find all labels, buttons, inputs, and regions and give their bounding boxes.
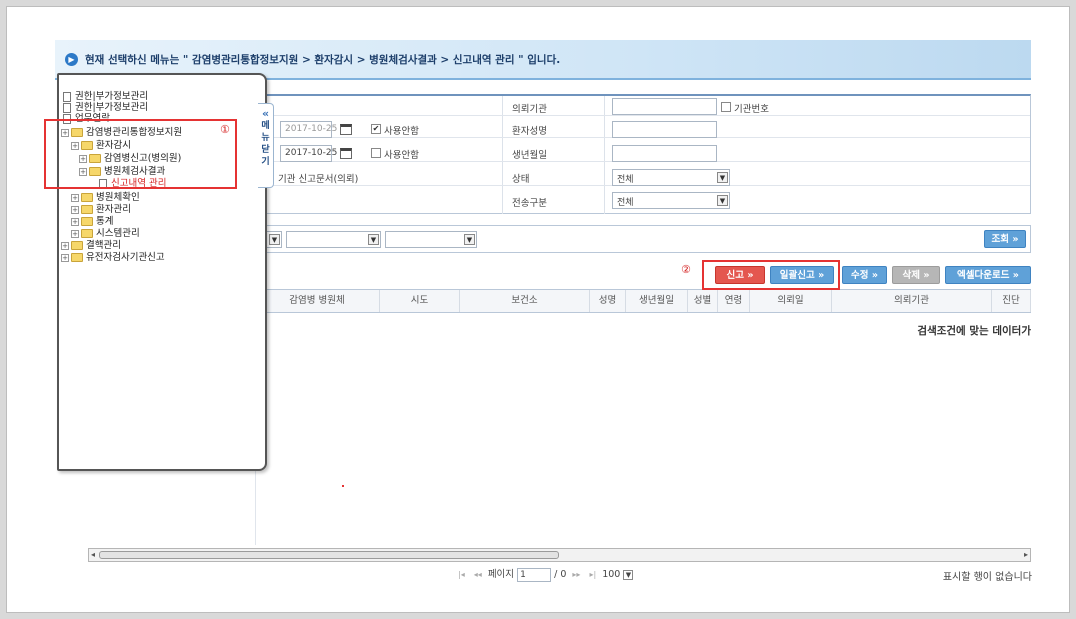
cursor-dot	[342, 485, 344, 487]
excel-download-button[interactable]: 엑셀다운로드 »	[945, 266, 1031, 284]
annotation-marker-2: ②	[681, 263, 691, 276]
use-none-checkbox-2[interactable]	[371, 148, 381, 158]
inst-code-checkbox[interactable]	[721, 102, 731, 112]
birth-label: 생년월일	[512, 150, 547, 161]
annotation-marker-1: ①	[220, 123, 230, 136]
search-button[interactable]: 조회 »	[984, 230, 1026, 248]
page-label: 페이지	[487, 569, 515, 580]
scrollbar-thumb[interactable]	[99, 551, 559, 559]
tree-item-label: 유전자검사기관신고	[86, 252, 165, 263]
filter-bar: ▼ ▼ ▼ 조회 »	[255, 225, 1031, 253]
menu-close-tab[interactable]: « 메 뉴 닫 기	[258, 103, 274, 188]
chevron-down-icon: ▼	[464, 234, 475, 245]
chevron-down-icon: ▼	[269, 234, 280, 245]
status-label: 상태	[512, 174, 530, 185]
info-bullet-icon: ▶	[65, 53, 78, 66]
tree-item[interactable]: + 유전자검사기관신고	[61, 249, 165, 263]
inst-label: 의뢰기관	[512, 104, 547, 115]
filter-select-3[interactable]: ▼	[385, 231, 477, 248]
highlight-box-1	[44, 119, 237, 189]
page-input[interactable]: 1	[517, 567, 552, 582]
col-request-date[interactable]: 의뢰일	[750, 290, 832, 312]
inst-code-label: 기관번호	[734, 104, 769, 115]
patient-name-input[interactable]	[612, 121, 717, 138]
delete-button[interactable]: 삭제 »	[892, 266, 940, 284]
chevron-down-icon: ▼	[368, 234, 379, 245]
scroll-left-icon[interactable]: ◂	[91, 549, 95, 561]
date-to-input[interactable]: 2017-10-25	[280, 145, 337, 162]
status-value: 전체	[617, 175, 634, 185]
page-size: 100	[602, 569, 621, 580]
menu-tab-char: 닫	[261, 145, 270, 155]
col-name[interactable]: 성명	[590, 290, 626, 312]
empty-message: 검색조건에 맞는 데이터가	[917, 325, 1031, 337]
folder-icon	[71, 253, 83, 262]
chevron-down-icon[interactable]: ▼	[623, 569, 634, 580]
search-form: 의뢰기관 기관번호 2017-10-25 ✔ 사용안함 환자성명 2017-10…	[255, 94, 1031, 214]
patient-name-label: 환자성명	[512, 126, 547, 137]
expand-icon[interactable]: +	[61, 253, 69, 262]
col-birth[interactable]: 생년월일	[626, 290, 688, 312]
col-sex[interactable]: 성별	[688, 290, 718, 312]
scroll-right-icon[interactable]: ▸	[1024, 549, 1028, 561]
transfer-label: 전송구분	[512, 198, 547, 209]
col-diagnosis[interactable]: 진단	[992, 290, 1031, 312]
inst-input[interactable]	[612, 98, 717, 115]
calendar-icon[interactable]	[340, 148, 352, 159]
chevron-down-icon: ▼	[717, 172, 728, 183]
collapse-arrow-icon: «	[261, 107, 270, 120]
col-pathogen[interactable]: 감염병 병원체	[255, 290, 380, 312]
pager: |◂ ◂◂ 페이지 1 / 0 ▸▸ ▸| 100 ▼	[455, 566, 634, 582]
transfer-select[interactable]: 전체 ▼	[612, 192, 730, 209]
col-request-inst[interactable]: 의뢰기관	[832, 290, 992, 312]
use-none-checkbox-1[interactable]: ✔	[371, 124, 381, 134]
highlight-box-2	[702, 260, 840, 290]
birth-input[interactable]	[612, 145, 717, 162]
prev-page-icon[interactable]: ◂◂	[474, 570, 482, 579]
filter-select-2[interactable]: ▼	[286, 231, 381, 248]
grid-body: 검색조건에 맞는 데이터가	[255, 313, 1031, 545]
use-none-label-1: 사용안함	[384, 126, 419, 137]
page-title: 현재 선택하신 메뉴는 " 감염병관리통합정보지원 > 환자감시 > 병원체검사…	[85, 54, 561, 66]
chevron-down-icon: ▼	[717, 195, 728, 206]
status-select[interactable]: 전체 ▼	[612, 169, 730, 186]
grid-header: 감염병 병원체 시도 보건소 성명 생년월일 성별 연령 의뢰일 의뢰기관 진단	[255, 289, 1031, 313]
menu-tab-char: 메	[261, 121, 270, 131]
edit-button[interactable]: 수정 »	[842, 266, 887, 284]
col-province[interactable]: 시도	[380, 290, 460, 312]
no-rows-label: 표시할 행이 없습니다	[942, 572, 1032, 583]
first-page-icon[interactable]: |◂	[458, 570, 465, 579]
col-age[interactable]: 연령	[718, 290, 750, 312]
next-page-icon[interactable]: ▸▸	[572, 570, 580, 579]
doc-type-label: 기관 신고문서(의뢰)	[278, 174, 359, 185]
calendar-icon[interactable]	[340, 124, 352, 135]
transfer-value: 전체	[617, 198, 634, 208]
use-none-label-2: 사용안함	[384, 150, 419, 161]
last-page-icon[interactable]: ▸|	[589, 570, 596, 579]
menu-tab-char: 뉴	[261, 133, 270, 143]
page-total: / 0	[554, 569, 567, 580]
col-health-center[interactable]: 보건소	[460, 290, 590, 312]
horizontal-scrollbar[interactable]: ◂ ▸	[88, 548, 1031, 562]
date-from-input[interactable]: 2017-10-25	[280, 121, 337, 138]
menu-tab-char: 기	[261, 157, 270, 167]
